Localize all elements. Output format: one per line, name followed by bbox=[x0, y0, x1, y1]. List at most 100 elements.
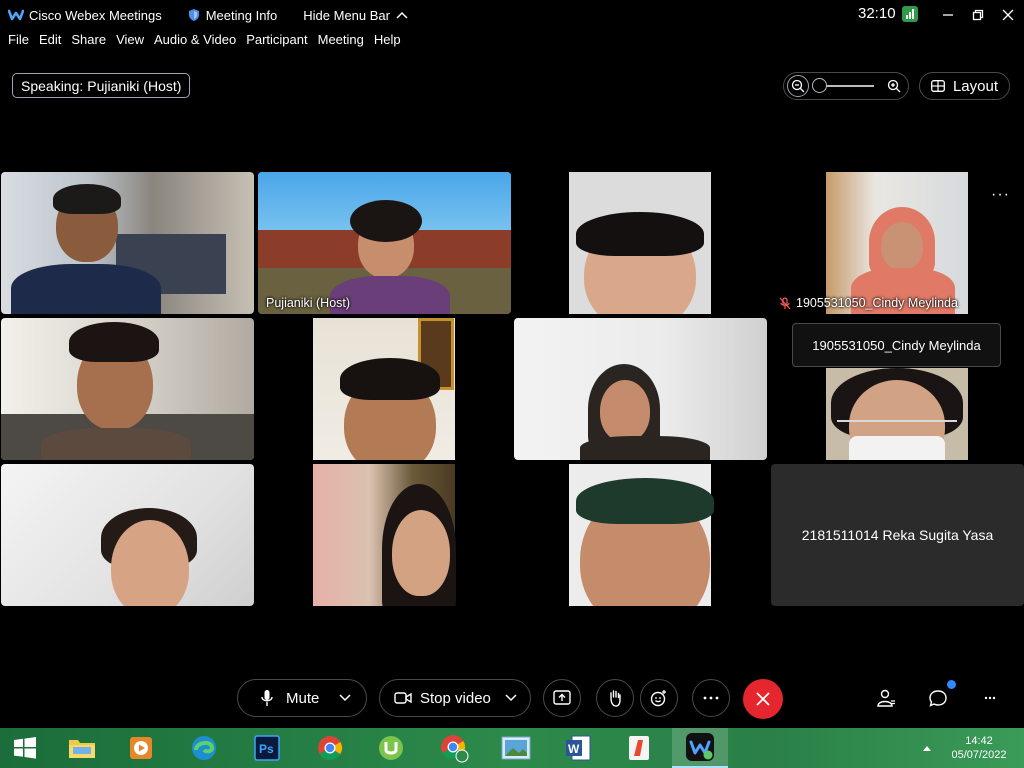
stop-video-button[interactable]: Stop video bbox=[379, 679, 531, 717]
panel-more-button[interactable] bbox=[978, 686, 1002, 710]
video-tile-10[interactable] bbox=[258, 464, 511, 606]
participant-name-tooltip: 1905531050_Cindy Meylinda bbox=[792, 323, 1001, 367]
start-button[interactable] bbox=[0, 728, 50, 768]
video-tile-3[interactable] bbox=[514, 172, 767, 314]
minimize-icon bbox=[943, 14, 953, 16]
menu-share[interactable]: Share bbox=[71, 32, 106, 56]
network-signal-icon[interactable] bbox=[901, 5, 918, 22]
menu-audio-video[interactable]: Audio & Video bbox=[154, 32, 236, 56]
mute-button[interactable]: Mute bbox=[237, 679, 367, 717]
taskbar-photoshop[interactable]: Ps bbox=[239, 728, 295, 768]
video-tile-5[interactable] bbox=[1, 318, 254, 460]
video-tile-6[interactable] bbox=[258, 318, 511, 460]
share-button[interactable] bbox=[543, 679, 581, 717]
video-tile-1[interactable] bbox=[1, 172, 254, 314]
menu-meeting[interactable]: Meeting bbox=[318, 32, 364, 56]
hide-menu-label: Hide Menu Bar bbox=[303, 7, 390, 23]
video-tile-9[interactable] bbox=[1, 464, 254, 606]
restore-button[interactable] bbox=[968, 5, 988, 25]
layout-button[interactable]: Layout bbox=[919, 72, 1010, 100]
shield-icon bbox=[188, 9, 199, 21]
minimize-button[interactable] bbox=[938, 5, 958, 25]
zoom-in-button[interactable] bbox=[883, 75, 905, 97]
raise-hand-button[interactable] bbox=[596, 679, 634, 717]
stop-video-label: Stop video bbox=[420, 689, 491, 707]
participant-face bbox=[392, 510, 450, 596]
tile-more-options-button[interactable]: ··· bbox=[991, 187, 1010, 203]
taskbar-webex[interactable] bbox=[672, 728, 728, 768]
end-meeting-button[interactable] bbox=[743, 679, 783, 719]
tile-name-label: Pujianiki (Host) bbox=[266, 296, 350, 310]
menu-file[interactable]: File bbox=[8, 32, 29, 56]
edge-browser-icon bbox=[192, 736, 216, 760]
chat-bubble-icon bbox=[929, 690, 947, 707]
reka-name: 2181511014 Reka Sugita Yasa bbox=[801, 527, 994, 543]
taskbar-media-player[interactable] bbox=[113, 728, 169, 768]
layout-label: Layout bbox=[952, 77, 999, 95]
folder-icon bbox=[69, 740, 95, 758]
participant-face bbox=[111, 520, 189, 606]
meeting-info-label: Meeting Info bbox=[205, 7, 278, 23]
video-tile-host[interactable]: Pujianiki (Host) bbox=[258, 172, 511, 314]
taskbar-pdf[interactable] bbox=[611, 728, 667, 768]
reactions-button[interactable] bbox=[640, 679, 678, 717]
taskbar-word[interactable]: W bbox=[550, 728, 606, 768]
participant-face bbox=[881, 222, 923, 270]
chrome-icon bbox=[318, 736, 343, 761]
taskbar-edge[interactable] bbox=[176, 728, 232, 768]
more-horizontal-icon bbox=[703, 696, 719, 700]
participants-panel-button[interactable] bbox=[874, 686, 898, 710]
chevron-down-icon[interactable] bbox=[339, 694, 351, 702]
participant-clothing bbox=[580, 436, 710, 460]
menu-view[interactable]: View bbox=[116, 32, 144, 56]
meeting-info-button[interactable]: Meeting Info bbox=[188, 7, 278, 23]
share-screen-icon bbox=[553, 690, 571, 705]
more-horizontal-icon bbox=[984, 696, 996, 700]
video-tile-reka[interactable]: 2181511014 Reka Sugita Yasa bbox=[771, 464, 1024, 606]
video-tile-11[interactable] bbox=[514, 464, 767, 606]
chevron-down-icon[interactable] bbox=[505, 694, 517, 702]
more-options-button[interactable] bbox=[692, 679, 730, 717]
chrome-profile-icon bbox=[441, 735, 469, 763]
zoom-slider-handle[interactable] bbox=[812, 78, 827, 93]
close-window-button[interactable] bbox=[998, 5, 1018, 25]
chat-panel-button[interactable] bbox=[926, 680, 956, 710]
taskbar-utorrent[interactable] bbox=[363, 728, 419, 768]
layout-grid-icon bbox=[931, 80, 945, 92]
windows-logo-icon bbox=[14, 737, 36, 759]
smiley-plus-icon bbox=[650, 690, 666, 707]
mic-muted-icon bbox=[779, 296, 791, 309]
participant-hair bbox=[576, 212, 704, 256]
taskbar-photos[interactable] bbox=[488, 728, 544, 768]
close-icon bbox=[756, 692, 770, 706]
close-icon bbox=[1002, 9, 1014, 21]
host-name: Pujianiki (Host) bbox=[266, 296, 351, 310]
menu-bar: File Edit Share View Audio & Video Parti… bbox=[0, 32, 403, 56]
title-bar: Cisco Webex Meetings Meeting Info Hide M… bbox=[0, 0, 1024, 30]
restore-icon bbox=[972, 9, 984, 21]
photoshop-icon: Ps bbox=[254, 735, 280, 761]
speaking-name: Pujianiki (Host) bbox=[87, 77, 182, 94]
app-title: Cisco Webex Meetings bbox=[8, 8, 162, 23]
participant-shirt bbox=[11, 264, 161, 314]
video-tile-7[interactable] bbox=[514, 318, 767, 460]
pdf-reader-icon bbox=[629, 736, 649, 760]
hide-menu-bar-button[interactable]: Hide Menu Bar bbox=[303, 8, 408, 23]
participant-hair bbox=[53, 184, 121, 214]
app-name: Cisco Webex Meetings bbox=[29, 7, 162, 23]
taskbar-chrome[interactable] bbox=[302, 728, 358, 768]
zoom-out-button[interactable] bbox=[787, 75, 809, 97]
clock-time: 14:42 bbox=[965, 735, 993, 747]
taskbar-clock[interactable]: 14:42 05/07/2022 bbox=[944, 734, 1014, 762]
hand-icon bbox=[610, 690, 621, 707]
menu-participant[interactable]: Participant bbox=[246, 32, 307, 56]
zoom-out-icon bbox=[791, 79, 805, 93]
zoom-slider[interactable] bbox=[812, 78, 874, 93]
video-tile-cindy[interactable]: ··· 1905531050_Cindy Meylinda bbox=[771, 172, 1024, 314]
menu-edit[interactable]: Edit bbox=[39, 32, 61, 56]
webex-app-icon bbox=[686, 733, 714, 761]
taskbar-file-explorer[interactable] bbox=[54, 728, 110, 768]
taskbar-chrome-profile[interactable] bbox=[426, 728, 482, 768]
menu-help[interactable]: Help bbox=[374, 32, 401, 56]
show-hidden-icons-chevron[interactable] bbox=[922, 744, 932, 752]
